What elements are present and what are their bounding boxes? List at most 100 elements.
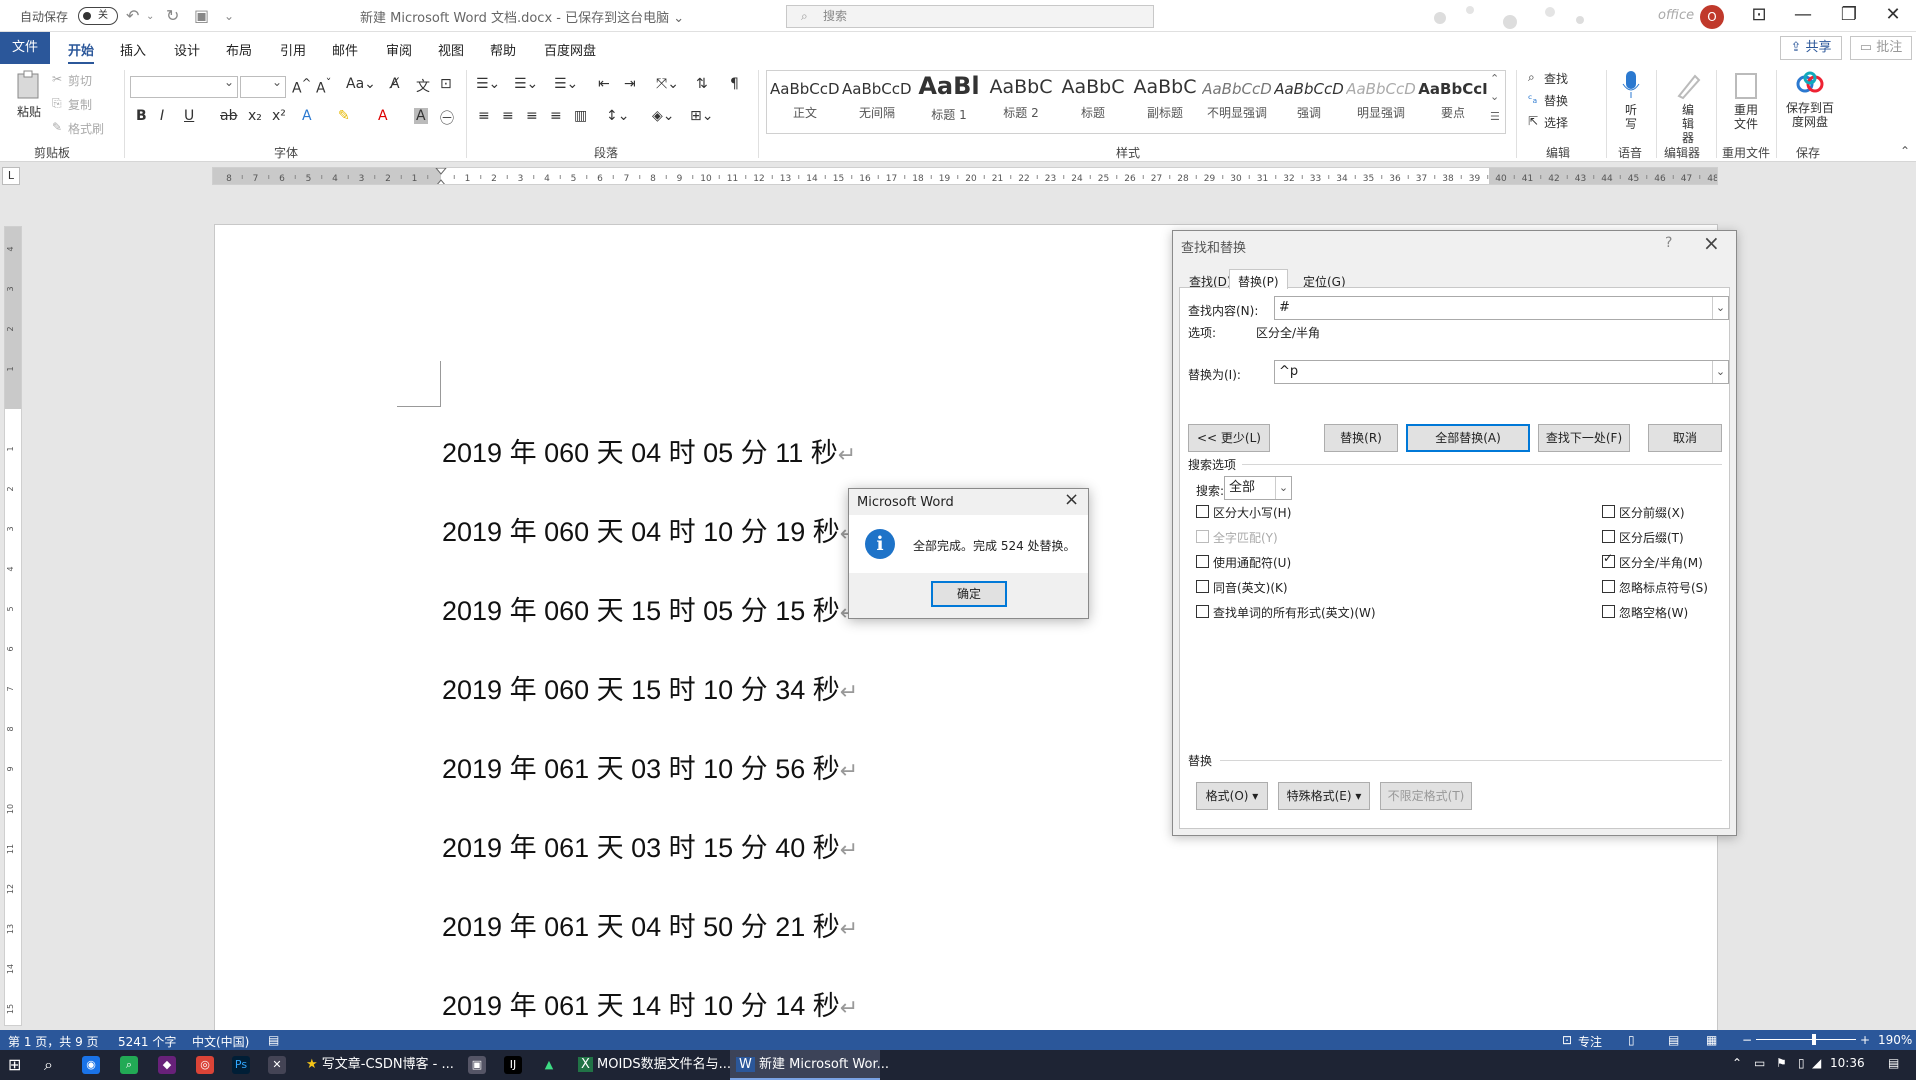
select-label[interactable]: 选择 <box>1544 114 1568 131</box>
shrink-font-icon[interactable]: Aˇ <box>316 76 331 97</box>
page-count[interactable]: 第 1 页，共 9 页 <box>8 1033 99 1050</box>
undo-dropdown-icon[interactable]: ⌄ <box>146 11 154 22</box>
find-label[interactable]: 查找 <box>1544 70 1568 87</box>
align-right-icon[interactable]: ≡ <box>526 108 538 124</box>
align-center-icon[interactable]: ≡ <box>502 108 514 124</box>
clock[interactable]: 10:36 <box>1830 1056 1865 1070</box>
align-left-icon[interactable]: ≡ <box>478 108 490 124</box>
superscript-icon[interactable]: x² <box>272 108 286 124</box>
replace-history-dropdown-icon[interactable]: ⌄ <box>1712 361 1728 383</box>
bullets-icon[interactable]: ☰⌄ <box>476 76 500 92</box>
language-indicator[interactable]: 中文(中国) <box>192 1033 249 1050</box>
visual-studio-icon[interactable]: ◆ <box>158 1056 176 1074</box>
style-subtle-emphasis[interactable]: AaBbCcD 不明显强调 <box>1202 70 1272 132</box>
tray-icon[interactable]: ▭ <box>1754 1056 1765 1070</box>
taskbar-app-word[interactable]: W 新建 Microsoft Wor... <box>730 1050 889 1080</box>
focus-icon[interactable]: ⊡ <box>1562 1033 1572 1047</box>
message-box-close-icon[interactable]: × <box>1064 489 1079 510</box>
style-intense-emphasis[interactable]: AaBbCcD 明显强调 <box>1346 70 1416 132</box>
taskbar-app-csdn[interactable]: ★ 写文章-CSDN博客 - ... <box>300 1050 454 1080</box>
italic-icon[interactable]: I <box>160 108 164 124</box>
document-title[interactable]: 新建 Microsoft Word 文档.docx - 已保存到这台电脑 ⌄ <box>360 7 684 26</box>
underline-icon[interactable]: U <box>184 108 194 124</box>
numbering-icon[interactable]: ☰⌄ <box>514 76 538 92</box>
match-prefix-checkbox[interactable]: 区分前缀(X) <box>1602 504 1685 521</box>
zoom-out-icon[interactable]: − <box>1742 1033 1752 1047</box>
chinese-layout-icon[interactable]: ⤧⌄ <box>656 76 679 92</box>
menu-mailings[interactable]: 邮件 <box>332 40 358 59</box>
print-layout-icon[interactable]: ▤ <box>1668 1033 1679 1047</box>
search-box[interactable]: ⌕ 搜索 <box>786 5 1154 28</box>
multilevel-list-icon[interactable]: ☰⌄ <box>554 76 578 92</box>
menu-layout[interactable]: 布局 <box>226 40 252 59</box>
reuse-files-button[interactable]: 重用文件 <box>1726 70 1766 131</box>
tab-selector[interactable]: L <box>2 167 20 185</box>
comment-button[interactable]: ▭ 批注 <box>1850 36 1912 60</box>
style-heading-2[interactable]: AaBbC 标题 2 <box>986 70 1056 132</box>
enclose-character-icon[interactable]: ㊀ <box>440 108 454 128</box>
strikethrough-icon[interactable]: ab <box>220 108 237 124</box>
ignore-punctuation-checkbox[interactable]: 忽略标点符号(S) <box>1602 579 1708 596</box>
subscript-icon[interactable]: x₂ <box>248 108 262 124</box>
document-line[interactable]: 2019 年 060 天 15 时 05 分 15 秒↵ <box>442 589 858 628</box>
tray-icon[interactable]: ⚑ <box>1776 1056 1787 1070</box>
tool-icon[interactable]: ✕ <box>268 1056 286 1074</box>
style-heading-1[interactable]: AaBl 标题 1 <box>914 70 984 132</box>
document-line[interactable]: 2019 年 061 天 04 时 50 分 21 秒↵ <box>442 905 858 944</box>
save-baidu-button[interactable]: 保存到百度网盘 <box>1782 70 1838 129</box>
web-layout-icon[interactable]: ▦ <box>1706 1033 1717 1047</box>
character-shading-icon[interactable]: A <box>414 108 428 124</box>
document-line[interactable]: 2019 年 061 天 03 时 10 分 56 秒↵ <box>442 747 858 786</box>
android-studio-icon[interactable]: ▲ <box>540 1056 558 1074</box>
replace-label[interactable]: 替换 <box>1544 92 1568 109</box>
clear-format-icon[interactable]: A̸ <box>390 76 400 92</box>
style-no-spacing[interactable]: AaBbCcDd 无间隔 <box>842 70 912 132</box>
change-case-icon[interactable]: Aa⌄ <box>346 76 376 92</box>
app-icon[interactable]: ▣ <box>468 1056 486 1074</box>
menu-help[interactable]: 帮助 <box>490 40 516 59</box>
ribbon-display-icon[interactable]: ⊡ <box>1736 4 1782 25</box>
style-normal[interactable]: AaBbCcDd 正文 <box>770 70 840 132</box>
intellij-icon[interactable]: IJ <box>504 1056 522 1074</box>
taskbar-search-icon[interactable]: ⌕ <box>44 1055 53 1075</box>
zoom-slider-track[interactable] <box>1756 1039 1856 1040</box>
show-marks-icon[interactable]: ¶ <box>730 76 739 92</box>
customize-qat-icon[interactable]: ⌄ <box>224 9 234 23</box>
match-case-checkbox[interactable]: 区分大小写(H) <box>1196 504 1291 521</box>
browser-icon[interactable]: ◉ <box>82 1056 100 1074</box>
find-next-button[interactable]: 查找下一处(F) <box>1538 424 1630 452</box>
zoom-in-icon[interactable]: + <box>1860 1033 1870 1047</box>
cut-label[interactable]: 剪切 <box>68 72 92 89</box>
search-app-icon[interactable]: ⌕ <box>120 1056 138 1074</box>
redo-icon[interactable]: ↻ <box>166 6 179 25</box>
styles-more-icon[interactable]: ☰ <box>1490 110 1500 123</box>
cancel-button[interactable]: 取消 <box>1648 424 1722 452</box>
cut-icon[interactable]: ✂ <box>52 72 62 86</box>
select-icon[interactable]: ⇱ <box>1528 114 1538 128</box>
notification-icon[interactable]: ▤ <box>1888 1056 1899 1070</box>
help-icon[interactable]: ? <box>1665 235 1672 251</box>
find-what-input[interactable]: # ⌄ <box>1274 296 1729 320</box>
distributed-icon[interactable]: ▥ <box>574 108 587 124</box>
font-name-combo[interactable] <box>130 75 238 98</box>
word-count[interactable]: 5241 个字 <box>118 1033 176 1050</box>
dictate-button[interactable]: 听写 <box>1614 70 1648 131</box>
format-painter-label[interactable]: 格式刷 <box>68 120 104 137</box>
ok-button[interactable]: 确定 <box>931 581 1007 607</box>
style-emphasis[interactable]: AaBbCcD 强调 <box>1274 70 1344 132</box>
no-formatting-button[interactable]: 不限定格式(T) <box>1380 782 1472 810</box>
collapse-ribbon-icon[interactable]: ⌃ <box>1900 144 1910 158</box>
editor-button[interactable]: 编辑器 <box>1666 70 1710 145</box>
tray-icon[interactable]: ▯ <box>1798 1056 1805 1070</box>
menu-insert[interactable]: 插入 <box>120 40 146 59</box>
copy-icon[interactable]: ⎘ <box>52 96 62 111</box>
paste-button[interactable]: 粘贴 <box>12 70 46 120</box>
decrease-indent-icon[interactable]: ⇤ <box>598 76 610 92</box>
replace-icon[interactable]: ᶜₐ <box>1528 92 1537 106</box>
share-button[interactable]: ⇪ 共享 <box>1780 36 1842 60</box>
format-button[interactable]: 格式(O) ▾ <box>1196 782 1268 810</box>
search-direction-select[interactable]: 全部 ⌄ <box>1224 476 1292 500</box>
whole-word-checkbox[interactable]: 全字匹配(Y) <box>1196 529 1278 546</box>
horizontal-ruler[interactable]: 8 7 6 5 4 3 2 1 1 2 3 4 5 6 7 8 9 10 11 12 13 14 15 16 17 18 19 20 2… <box>212 167 1718 185</box>
phonetic-guide-icon[interactable]: 文 <box>416 76 430 96</box>
